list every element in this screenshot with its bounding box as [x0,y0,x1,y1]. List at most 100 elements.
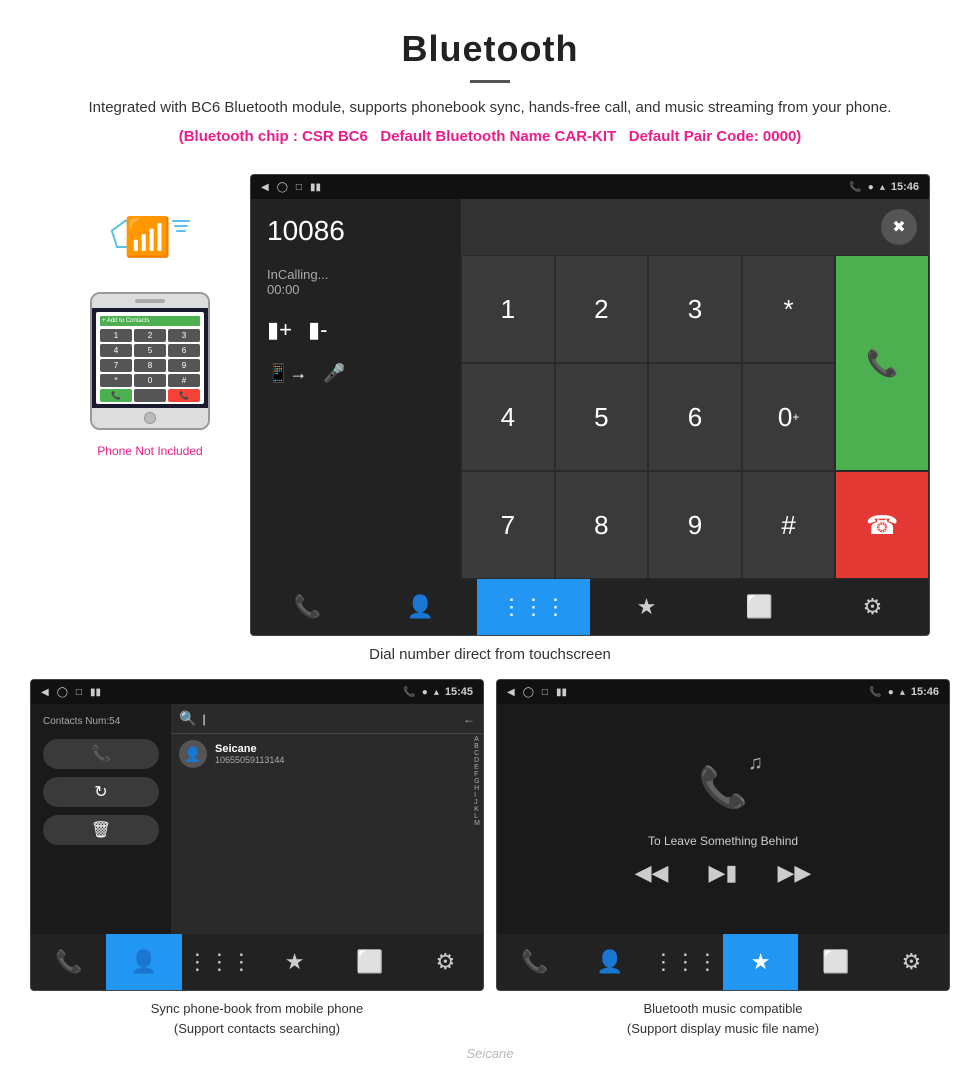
music-status-bar: ◀ ◯ □ ▮▮ 📞 ● ▴ 15:46 [497,680,949,704]
volume-down-icon[interactable]: ▮- [308,317,327,343]
music-controls: ◀◀ ▶▮ ▶▶ [635,860,812,886]
header-divider [470,80,510,83]
prev-track-button[interactable]: ◀◀ [635,860,669,886]
tab-contacts[interactable]: 👤 [364,579,477,635]
recents-icon: □ [76,687,82,698]
mtab-bluetooth[interactable]: ★ [723,934,798,990]
backspace-icon-sm[interactable]: ← [463,712,475,726]
phone-signal-icon: 📞 [849,182,861,193]
contacts-sidebar: Contacts Num:54 📞 ↻ 🗑 [31,704,171,934]
tab-transfer[interactable]: ⬜ [703,579,816,635]
location-icon: ● [868,182,874,193]
mtab-contacts[interactable]: 👤 [572,934,647,990]
contacts-list-area: 👤 Seicane 10655059113144 ABCDEFG HIJKLM [171,734,483,934]
header-description: Integrated with BC6 Bluetooth module, su… [60,97,920,120]
call-action-btn[interactable]: 📞 [43,739,159,769]
mtab-phone[interactable]: 📞 [497,934,572,990]
contacts-android-screen: ◀ ◯ □ ▮▮ 📞 ● ▴ 15:45 Contacts Num:54 📞 [30,679,484,991]
contacts-status-bar: ◀ ◯ □ ▮▮ 📞 ● ▴ 15:45 [31,680,483,704]
key-hash: # [168,374,200,387]
music-status-left: ◀ ◯ □ ▮▮ [507,687,567,698]
backspace-button[interactable]: ✖ [881,209,917,245]
alphabet-strip: ABCDEFG HIJKLM [471,734,483,934]
page-title: Bluetooth [60,28,920,70]
key-star: * [100,374,132,387]
music-note-icon: ♫ [748,752,763,775]
music-android-screen: ◀ ◯ □ ▮▮ 📞 ● ▴ 15:46 📞 ♫ To Leave Someth [496,679,950,991]
numpad-grid: 1 2 3 * 📞 4 5 6 0+ 7 8 9 # [461,255,929,579]
contact-name: Seicane [215,743,284,755]
contact-avatar: 👤 [179,740,207,768]
volume-up-icon[interactable]: ▮+ [267,317,292,343]
music-caption-line2: (Support display music file name) [496,1019,950,1039]
contacts-status-left: ◀ ◯ □ ▮▮ [41,687,101,698]
loc-icon-sm: ● [422,687,428,698]
bt-name: Default Bluetooth Name CAR-KIT [380,128,616,145]
dial-timer: 00:00 [267,282,445,297]
sync-action-btn[interactable]: ↻ [43,777,159,807]
end-call-button[interactable]: ☎ [835,471,929,579]
key-2[interactable]: 2 [555,255,649,363]
key-7[interactable]: 7 [461,471,555,579]
page-header: Bluetooth Integrated with BC6 Bluetooth … [0,0,980,158]
mtab-settings[interactable]: ⚙ [874,934,949,990]
dial-left-panel: 10086 InCalling... 00:00 ▮+ ▮- 📱→ 🎤 [251,199,461,579]
delete-action-btn[interactable]: 🗑 [43,815,159,845]
play-pause-button[interactable]: ▶▮ [708,860,737,886]
key-6[interactable]: 6 [648,363,742,471]
tab-settings[interactable]: ⚙ [816,579,929,635]
key-1: 1 [100,329,132,342]
tab-bluetooth[interactable]: ★ [590,579,703,635]
wifi-icon: ▴ [880,182,885,193]
phone-icon-m: 📞 [869,687,881,698]
bt-code: Default Pair Code: 0000) [629,128,802,145]
dial-tab-bar: 📞 👤 ⋮⋮⋮ ★ ⬜ ⚙ [251,579,929,635]
key-3[interactable]: 3 [648,255,742,363]
call-button[interactable]: 📞 [835,255,929,471]
key-end: 📞 [168,389,200,402]
dial-caption: Dial number direct from touchscreen [0,646,980,663]
key-1[interactable]: 1 [461,255,555,363]
ctab-contacts[interactable]: 👤 [106,934,181,990]
ctab-dialpad[interactable]: ⋮⋮⋮ [182,934,257,990]
ctab-settings[interactable]: ⚙ [408,934,483,990]
key-4: 4 [100,344,132,357]
transfer-icon[interactable]: 📱→ [267,363,307,384]
recents-icon: □ [296,182,302,193]
tab-dialpad[interactable]: ⋮⋮⋮ [477,579,590,635]
phone-not-included-label: Phone Not Included [97,444,202,458]
next-track-button[interactable]: ▶▶ [778,860,812,886]
music-phone-icon: 📞 [698,764,748,811]
mtab-dialpad[interactable]: ⋮⋮⋮ [648,934,723,990]
key-5[interactable]: 5 [555,363,649,471]
ctab-transfer[interactable]: ⬜ [332,934,407,990]
key-2: 2 [134,329,166,342]
back-icon: ◀ [507,687,515,698]
dial-android-screen: ◀ ◯ □ ▮▮ 📞 ● ▴ 15:46 10086 InCalling... [250,174,930,636]
ctab-phone[interactable]: 📞 [31,934,106,990]
wifi-icon-m: ▴ [900,687,905,698]
tab-phone[interactable]: 📞 [251,579,364,635]
music-status-right: 📞 ● ▴ 15:46 [869,686,939,698]
watermark: Seicane [0,1046,980,1061]
key-blank [134,389,166,402]
phone-home-button[interactable] [144,412,156,424]
wifi-icon-sm: ▴ [434,687,439,698]
main-section: ⬠ 📶 + Add to Contacts 1 2 [30,174,950,636]
key-star[interactable]: * [742,255,836,363]
contact-info: Seicane 10655059113144 [215,743,284,765]
home-icon: ◯ [277,182,288,193]
key-4[interactable]: 4 [461,363,555,471]
list-item[interactable]: 👤 Seicane 10655059113144 [171,734,483,774]
recents-icon: □ [542,687,548,698]
key-8[interactable]: 8 [555,471,649,579]
key-9[interactable]: 9 [648,471,742,579]
mtab-transfer[interactable]: ⬜ [798,934,873,990]
key-0plus[interactable]: 0+ [742,363,836,471]
dial-volume-controls: ▮+ ▮- [267,317,445,343]
ctab-bluetooth[interactable]: ★ [257,934,332,990]
key-hash[interactable]: # [742,471,836,579]
phone-top-bar [92,294,208,308]
mic-icon[interactable]: 🎤 [323,363,345,384]
music-body: 📞 ♫ To Leave Something Behind ◀◀ ▶▮ ▶▶ [497,704,949,934]
